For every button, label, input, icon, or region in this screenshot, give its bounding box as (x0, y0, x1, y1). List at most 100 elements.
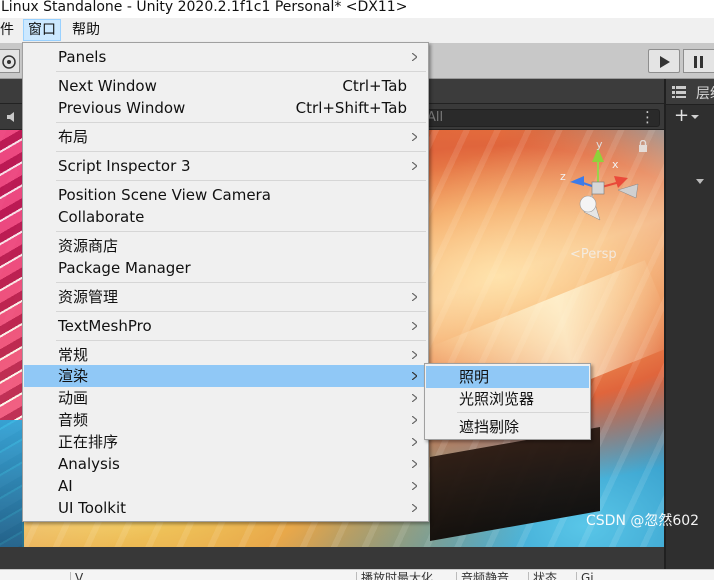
gizmo-z-label: z (560, 170, 566, 183)
gizmos-toggle[interactable]: Gi (576, 572, 594, 580)
menu-item-position-scene-view-camera[interactable]: Position Scene View Camera (24, 184, 427, 206)
submenu-item-light-explorer[interactable]: 光照浏览器 (426, 388, 589, 410)
menu-item-panels[interactable]: Panels (24, 46, 427, 68)
menu-item-label: Previous Window (58, 99, 186, 117)
menu-item-next-window[interactable]: Next Window Ctrl+Tab (24, 75, 427, 97)
lock-icon[interactable] (638, 140, 648, 152)
menu-item-label: 布局 (58, 128, 89, 146)
menu-separator (56, 311, 426, 312)
menu-separator (56, 71, 426, 72)
menu-item-asset-store[interactable]: 资源商店 (24, 235, 427, 257)
chevron-right-icon (412, 293, 417, 301)
rendering-submenu: 照明 光照浏览器 遮挡剔除 (424, 363, 591, 440)
menu-separator (56, 180, 426, 181)
scene-geometry-cyan (0, 420, 24, 547)
menu-item-ui-toolkit[interactable]: UI Toolkit (24, 497, 427, 519)
scene-orientation-gizmo[interactable]: y x z (556, 140, 640, 230)
menu-item-collaborate[interactable]: Collaborate (24, 206, 427, 228)
game-view-toolbar-strip: V... 播放时最大化 音频静音 状态 Gi (0, 569, 714, 580)
menu-separator (56, 231, 426, 232)
transform-tool-button[interactable] (0, 49, 20, 73)
chevron-right-icon (412, 372, 417, 380)
chevron-right-icon (412, 322, 417, 330)
menu-item-asset-management[interactable]: 资源管理 (24, 286, 427, 308)
maximize-on-play-toggle[interactable]: 播放时最大化 (356, 572, 433, 580)
window-menu-dropdown: Panels Next Window Ctrl+Tab Previous Wind… (22, 42, 429, 522)
chevron-down-icon[interactable] (691, 115, 699, 119)
menu-item-package-manager[interactable]: Package Manager (24, 257, 427, 279)
gizmo-y-label: y (596, 140, 603, 151)
add-object-icon[interactable]: + (674, 107, 689, 125)
menubar-item-file[interactable]: 件 (0, 19, 18, 41)
menu-item-shortcut: Ctrl+Shift+Tab (295, 99, 407, 117)
menu-item-sequencing[interactable]: 正在排序 (24, 431, 427, 453)
menu-item-label: Package Manager (58, 259, 191, 277)
pause-icon-bar (700, 56, 703, 68)
watermark: CSDN @忽然602 (586, 513, 700, 529)
strip-cell[interactable]: V... (70, 572, 93, 580)
pause-icon (694, 56, 697, 68)
window-title: Linux Standalone - Unity 2020.2.1f1c1 Pe… (0, 0, 714, 18)
chevron-right-icon (412, 438, 417, 446)
menu-item-textmeshpro[interactable]: TextMeshPro (24, 315, 427, 337)
scene-options-icon[interactable]: ⋮ (640, 110, 655, 125)
menu-item-label: 常规 (58, 346, 89, 364)
menu-separator (56, 151, 426, 152)
submenu-item-lighting[interactable]: 照明 (426, 366, 589, 388)
mute-audio-toggle[interactable]: 音频静音 (456, 572, 509, 580)
menu-item-animation[interactable]: 动画 (24, 387, 427, 409)
menu-item-layout[interactable]: 布局 (24, 126, 427, 148)
audio-toggle-icon[interactable] (6, 110, 20, 124)
submenu-item-label: 光照浏览器 (459, 390, 535, 408)
menu-item-label: Analysis (58, 455, 120, 473)
chevron-right-icon (412, 394, 417, 402)
menu-item-label: AI (58, 477, 73, 495)
submenu-item-occlusion-culling[interactable]: 遮挡剔除 (426, 416, 589, 438)
menu-item-label: 资源管理 (58, 288, 119, 306)
scene-dark-object (430, 427, 600, 541)
menu-separator (56, 122, 426, 123)
chevron-right-icon (412, 133, 417, 141)
hierarchy-panel: 层级 + (664, 79, 714, 580)
menu-item-label: 动画 (58, 389, 89, 407)
menu-item-label: 资源商店 (58, 237, 119, 255)
menu-item-label: Position Scene View Camera (58, 186, 271, 204)
menu-item-label: 音频 (58, 411, 89, 429)
menu-item-label: Panels (58, 48, 107, 66)
menu-item-label: Next Window (58, 77, 157, 95)
submenu-item-label: 遮挡剔除 (459, 418, 520, 436)
play-button[interactable] (648, 49, 680, 73)
chevron-right-icon (412, 351, 417, 359)
menu-item-previous-window[interactable]: Previous Window Ctrl+Shift+Tab (24, 97, 427, 119)
menu-item-label: 渲染 (58, 367, 89, 385)
chevron-right-icon (412, 162, 417, 170)
chevron-right-icon (412, 416, 417, 424)
hierarchy-tab[interactable]: 层级 (666, 79, 714, 105)
menu-item-analysis[interactable]: Analysis (24, 453, 427, 475)
menu-item-ai[interactable]: AI (24, 475, 427, 497)
menu-item-rendering[interactable]: 渲染 (24, 365, 427, 387)
menu-item-label: Script Inspector 3 (58, 157, 191, 175)
menu-separator (56, 340, 426, 341)
gizmo-x-label: x (612, 158, 619, 171)
menubar-item-window[interactable]: 窗口 (23, 19, 61, 41)
pause-button[interactable] (683, 49, 714, 73)
stats-toggle[interactable]: 状态 (528, 572, 557, 580)
tree-expand-icon[interactable] (696, 179, 704, 184)
scene-search-input[interactable]: All (410, 109, 660, 127)
projection-label[interactable]: <Persp (570, 247, 617, 262)
menu-item-audio[interactable]: 音频 (24, 409, 427, 431)
submenu-item-label: 照明 (459, 368, 490, 386)
play-icon (660, 56, 670, 68)
menubar-item-help[interactable]: 帮助 (68, 19, 104, 41)
menu-item-label: Collaborate (58, 208, 145, 226)
menu-item-label: TextMeshPro (58, 317, 152, 335)
chevron-right-icon (412, 53, 417, 61)
hierarchy-tab-label: 层级 (696, 86, 714, 102)
move-tool-icon (2, 55, 16, 69)
chevron-right-icon (412, 460, 417, 468)
menu-item-general[interactable]: 常规 (24, 344, 427, 366)
menu-item-script-inspector[interactable]: Script Inspector 3 (24, 155, 427, 177)
menu-item-label: UI Toolkit (58, 499, 127, 517)
hierarchy-list-icon (672, 86, 686, 98)
